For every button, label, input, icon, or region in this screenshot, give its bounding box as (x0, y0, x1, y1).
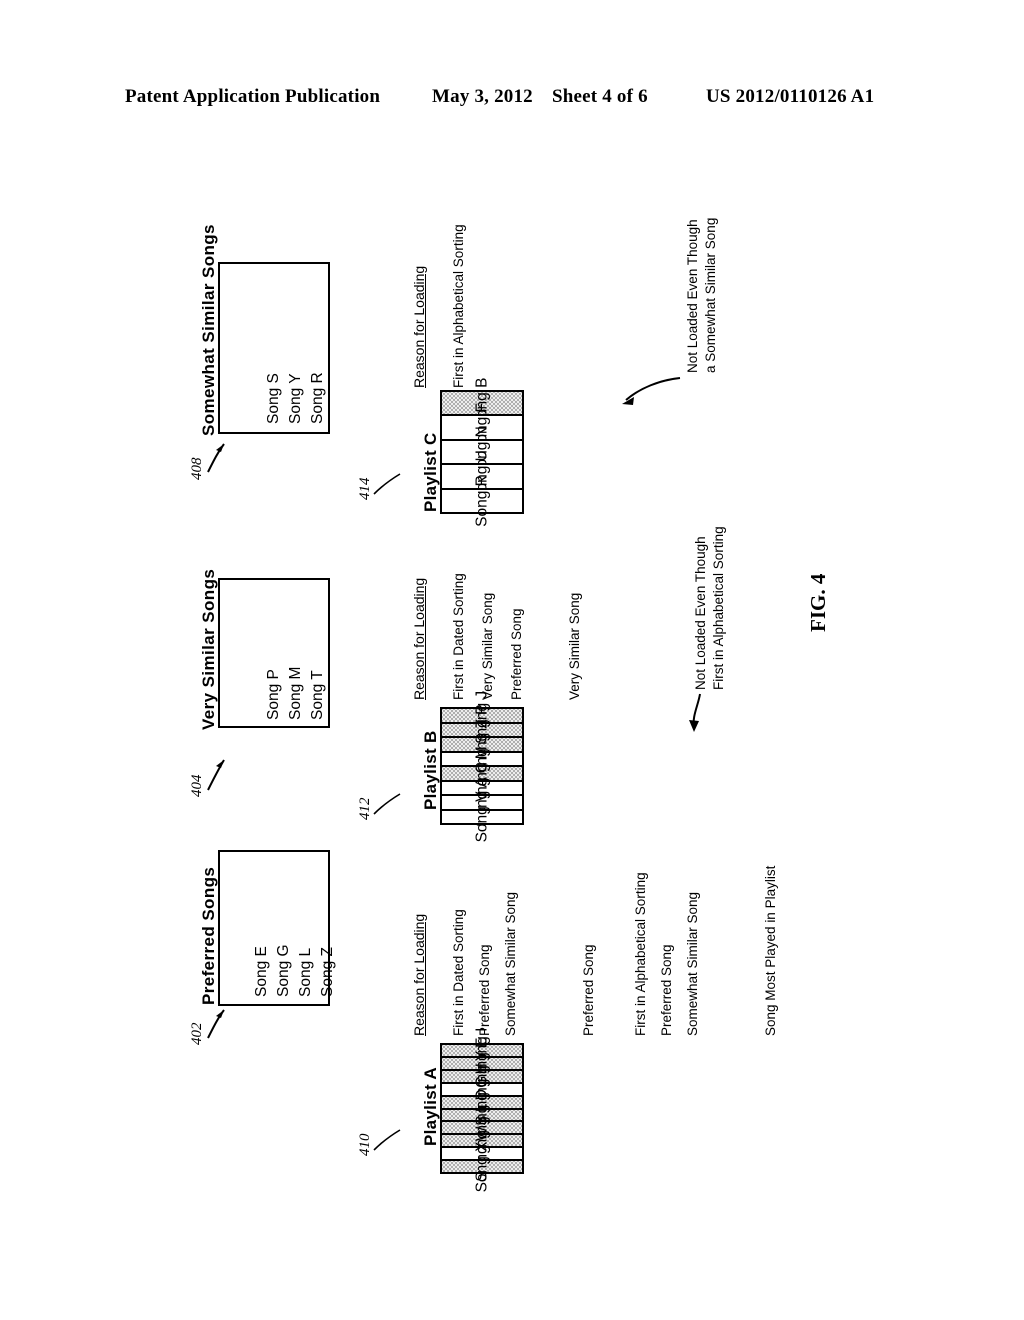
source-song: Song R (309, 372, 326, 424)
playlist-a-title: Playlist A (421, 1067, 440, 1146)
source-box-title-preferred: Preferred Songs (199, 866, 218, 1005)
source-song: Song M (287, 666, 304, 720)
playlist-b-reason: First in Dated Sorting (451, 573, 466, 700)
source-song: Song G (275, 944, 292, 997)
reason-heading-a: Reason for Loading (411, 913, 427, 1036)
playlist-b-reason: Preferred Song (509, 608, 524, 700)
playlist-c-title: Playlist C (421, 432, 440, 512)
annotation-arrow-b-line (692, 693, 701, 729)
playlist-a-reason: Preferred Song (477, 944, 492, 1036)
playlist-a-reason: Somewhat Similar Song (685, 891, 700, 1036)
reason-heading-b: Reason for Loading (411, 577, 427, 700)
leader-arrow-408 (216, 444, 224, 452)
leader-line-410 (373, 1129, 401, 1151)
playlist-a-reason: Preferred Song (659, 944, 674, 1036)
patent-number: US 2012/0110126 A1 (706, 86, 875, 107)
playlist-a-reason: Preferred Song (581, 944, 596, 1036)
playlist-cell[interactable]: Song X (442, 1141, 522, 1192)
playlist-b-reason: Very Similar Song (567, 592, 582, 700)
playlist-b-title: Playlist B (421, 730, 440, 810)
annotation-arrow-c-line (625, 377, 681, 401)
playlist-b-reason: Very Similar Song (480, 592, 495, 700)
playlist-a: Song I Song E Song Y Song H Song G Song … (440, 1028, 524, 1192)
playlist-c-reason: First in Alphabetical Sorting (451, 224, 466, 388)
playlist-cell-song: Song R (473, 474, 491, 527)
source-song: Song Y (287, 373, 304, 424)
leader-line-412 (373, 793, 401, 815)
playlist-cell-song: Song X (473, 1141, 491, 1193)
playlist-a-reason: Somewhat Similar Song (503, 891, 518, 1036)
source-song: Song Z (319, 947, 336, 997)
source-song: Song E (253, 946, 270, 997)
reference-numeral-408: 408 (189, 457, 205, 481)
figure-caption: FIG. 4 (806, 573, 830, 632)
playlist-cell[interactable]: Song V (442, 791, 522, 842)
playlist-b-annotation-line2: First in Alphabetical Sorting (711, 526, 726, 690)
playlist-b: Song J Song P Song Z Song S Song M Song … (440, 691, 524, 842)
leader-arrow-402 (216, 1010, 224, 1018)
leader-line-414 (373, 473, 401, 495)
playlist-b-annotation-line1: Not Loaded Even Though (693, 536, 708, 690)
playlist-c-annotation-line2: a Somewhat Similar Song (703, 217, 718, 373)
leader-line-404 (207, 759, 225, 791)
playlist-c-annotation-line1: Not Loaded Even Though (685, 219, 700, 373)
playlist-a-reason: Song Most Played in Playlist (763, 865, 778, 1036)
reference-numeral-402: 402 (189, 1022, 205, 1046)
leader-line-402 (207, 1009, 225, 1039)
playlist-a-reason: First in Dated Sorting (451, 909, 466, 1036)
publication-date: May 3, 2012 (432, 86, 533, 107)
source-song: Song L (297, 947, 314, 997)
playlist-a-reason: First in Alphabetical Sorting (633, 872, 648, 1036)
playlist-cell-song: Song V (473, 791, 491, 843)
source-box-somewhat-similar: Song S Song Y Song R (218, 262, 330, 434)
reason-heading-c: Reason for Loading (411, 265, 427, 388)
playlist-cell[interactable]: Song R (442, 475, 522, 527)
leader-line-408 (207, 443, 225, 473)
reference-numeral-404: 404 (189, 774, 205, 798)
publication-type: Patent Application Publication (125, 86, 381, 107)
publication-header: Patent Application Publication May 3, 20… (0, 86, 1024, 116)
annotation-arrow-c-head (622, 397, 634, 405)
leader-arrow-404 (216, 760, 224, 768)
playlist-c: Song B Song F Song N Song U Song R (440, 378, 524, 527)
source-box-very-similar: Song P Song M Song T (218, 578, 330, 728)
reference-numeral-412: 412 (357, 797, 373, 821)
source-song: Song P (265, 669, 282, 720)
source-box-title-somewhat-similar: Somewhat Similar Songs (199, 224, 218, 436)
sheet-number: Sheet 4 of 6 (552, 86, 648, 107)
source-box-title-very-similar: Very Similar Songs (199, 568, 218, 730)
annotation-arrow-b-head (689, 720, 699, 732)
source-song: Song T (309, 670, 326, 720)
reference-numeral-414: 414 (357, 477, 373, 501)
source-box-preferred: Song E Song G Song L Song Z (218, 850, 336, 1006)
source-song: Song S (265, 373, 282, 424)
reference-numeral-410: 410 (357, 1133, 373, 1157)
